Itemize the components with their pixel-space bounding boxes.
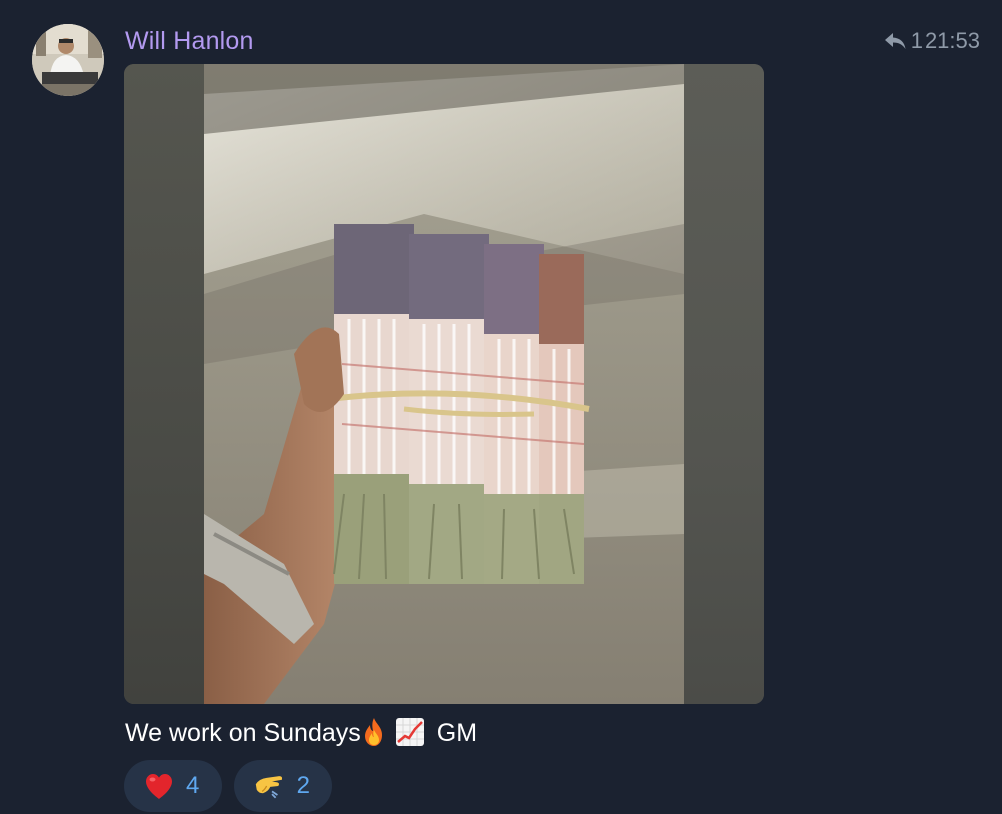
photo-blur-left: [124, 64, 204, 704]
cash-stack-photo-icon: [204, 64, 684, 704]
reaction-salute[interactable]: 2: [234, 760, 332, 812]
reaction-count: 2: [296, 772, 310, 799]
reply-count[interactable]: 1: [911, 28, 923, 54]
reaction-count: 4: [186, 772, 200, 799]
message-photo[interactable]: [124, 64, 764, 704]
saluting-hand-icon: [255, 776, 283, 799]
caption-text: We work on Sundays: [125, 719, 361, 747]
photo-blur-right: [684, 64, 764, 704]
message-caption: We work on Sundays GM: [125, 716, 477, 750]
message-container: Will Hanlon 1 21:53 We work on Sundays G…: [0, 0, 1002, 814]
chart-increasing-emoji-icon: [395, 718, 424, 746]
fire-emoji-icon: [364, 718, 382, 746]
red-heart-icon: [146, 774, 172, 799]
reaction-heart[interactable]: 4: [124, 760, 222, 812]
message-time: 21:53: [924, 28, 980, 53]
reactions-bar: 4 2: [124, 760, 332, 812]
author-name[interactable]: Will Hanlon: [125, 26, 254, 56]
author-avatar[interactable]: [32, 24, 104, 96]
reply-arrow-icon[interactable]: [883, 31, 907, 51]
message-meta: 1 21:53: [883, 28, 980, 54]
caption-suffix: GM: [436, 719, 478, 747]
avatar-photo-icon: [32, 24, 104, 96]
